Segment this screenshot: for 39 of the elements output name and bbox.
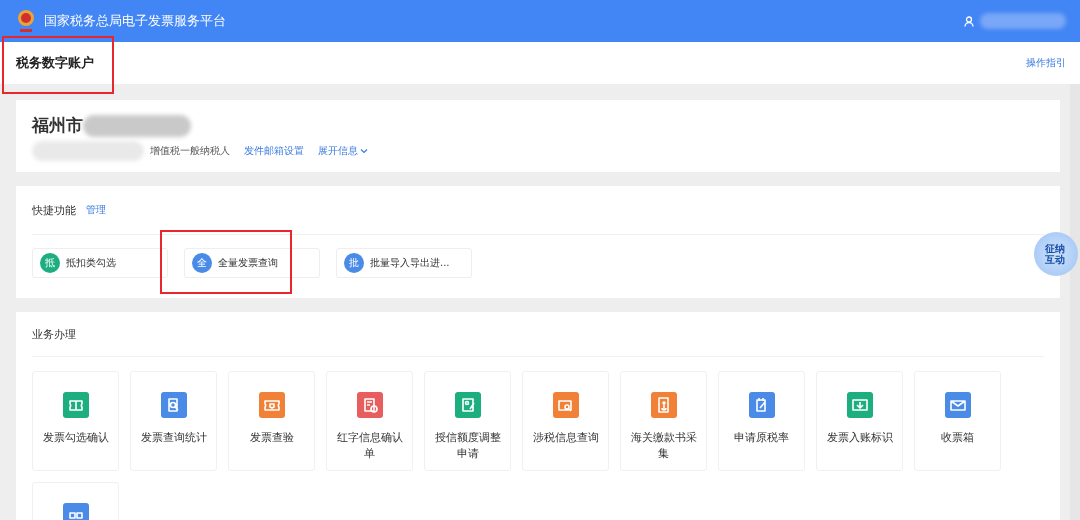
service-tile[interactable]: 发票查验 — [228, 371, 315, 471]
quick-item[interactable]: 抵 抵扣类勾选 — [32, 248, 168, 278]
guide-link[interactable]: 操作指引 — [1026, 56, 1066, 70]
service-label: 红字信息确认单 — [335, 430, 404, 462]
shortcut-badge: 抵 — [40, 253, 60, 273]
service-tile[interactable]: 收票箱 — [914, 371, 1001, 471]
page-title: 税务数字账户 — [16, 54, 94, 72]
service-tile[interactable]: 海关缴款书采集 — [620, 371, 707, 471]
assistant-label: 征纳互动 — [1045, 243, 1066, 265]
email-settings-link[interactable]: 发件邮箱设置 — [244, 144, 304, 158]
taxpayer-type: 增值税一般纳税人 — [150, 144, 230, 158]
service-label: 发票入账标识 — [825, 430, 894, 446]
quick-item[interactable]: 批 批量导入导出进... — [336, 248, 472, 278]
service-tile[interactable]: 发票入账标识 — [816, 371, 903, 471]
expand-info-link[interactable]: 展开信息 — [318, 144, 368, 158]
service-label: 申请原税率 — [733, 430, 790, 446]
service-label: 涉税信息查询 — [531, 430, 600, 446]
user-icon[interactable] — [964, 15, 974, 27]
company-name: 福州市 — [32, 114, 83, 137]
service-label: 授信额度调整申请 — [433, 430, 502, 462]
service-tile[interactable]: 红字信息确认单 — [326, 371, 413, 471]
service-label: 发票勾选确认 — [41, 430, 110, 446]
chevron-down-icon — [360, 148, 368, 154]
service-tile[interactable]: 发票勾选确认 — [32, 371, 119, 471]
service-label: 海关缴款书采集 — [629, 430, 698, 462]
section-title: 业务办理 — [32, 326, 76, 342]
service-tile[interactable]: 申请原税率 — [718, 371, 805, 471]
service-tile[interactable]: 授信额度调整申请 — [424, 371, 511, 471]
service-label: 发票查询统计 — [139, 430, 208, 446]
service-label: 发票查验 — [248, 430, 295, 446]
service-tile[interactable]: 发票查询统计 — [130, 371, 217, 471]
service-label: 收票箱 — [940, 430, 975, 446]
service-tile[interactable]: 涉税信息查询 — [522, 371, 609, 471]
manage-link[interactable]: 管理 — [86, 203, 106, 217]
shortcut-badge: 全 — [192, 253, 212, 273]
shortcut-badge: 批 — [344, 253, 364, 273]
section-title: 快捷功能 — [32, 202, 76, 218]
quick-item[interactable]: 全 全量发票查询 — [184, 248, 320, 278]
platform-title: 国家税务总局电子发票服务平台 — [44, 12, 226, 30]
